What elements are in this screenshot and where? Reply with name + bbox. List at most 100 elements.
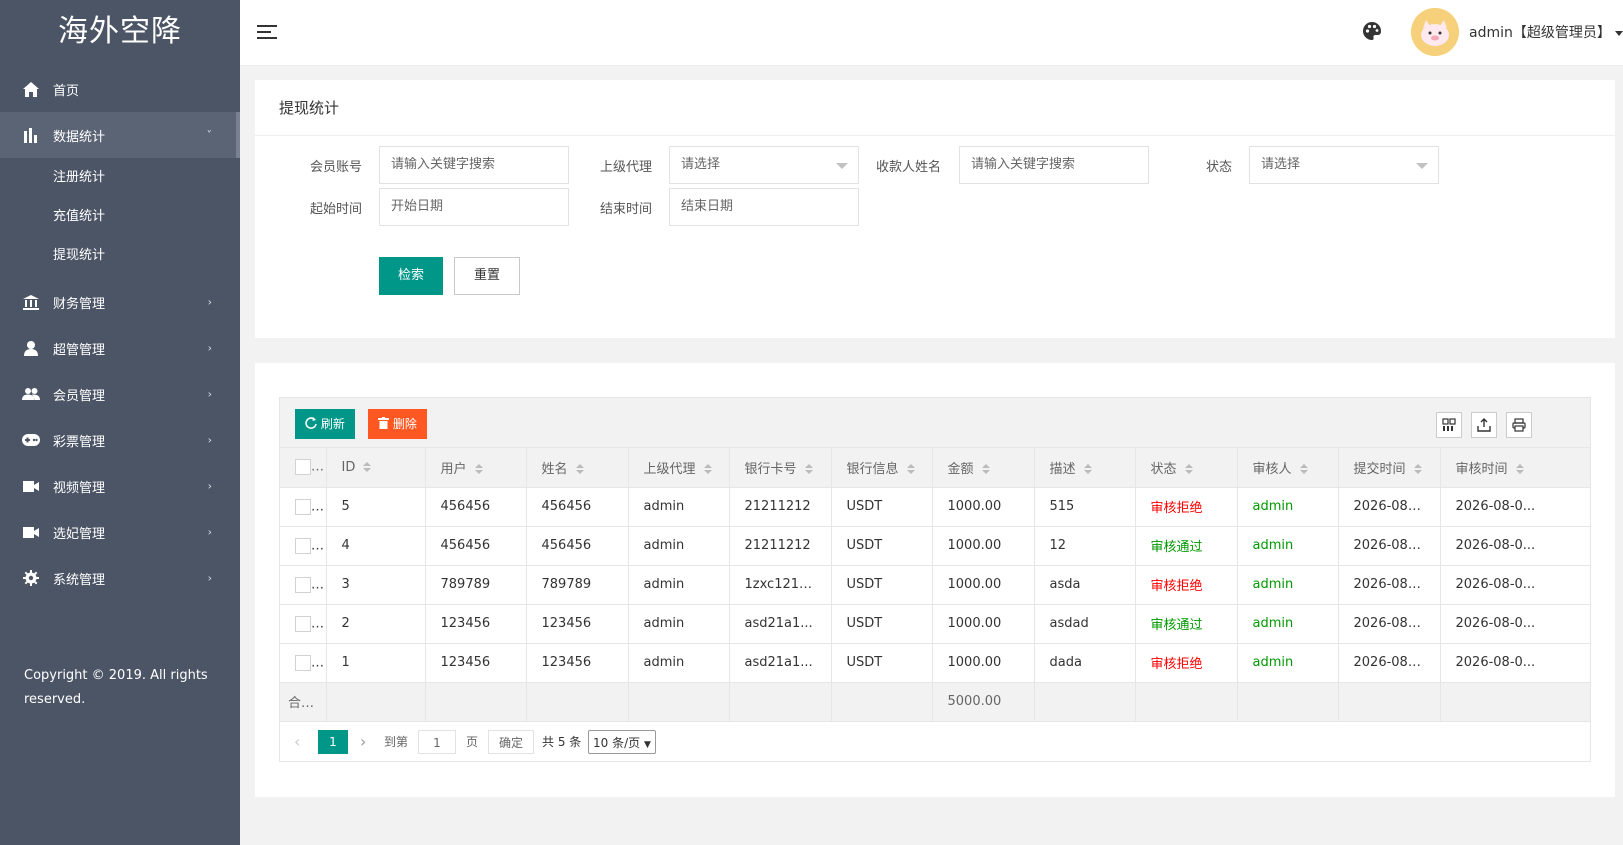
sidebar-item-video[interactable]: 视频管理 › xyxy=(0,463,240,509)
col-header-bank-info[interactable]: 银行信息 xyxy=(831,448,933,488)
start-date-input[interactable]: 开始日期 xyxy=(379,188,569,226)
col-header-amount[interactable]: 金额 xyxy=(932,448,1035,488)
search-button[interactable]: 检索 xyxy=(379,257,443,295)
page-1-button[interactable]: 1 xyxy=(318,729,348,754)
summary-cell xyxy=(1135,682,1238,722)
pagination: ‹ 1 › 到第 1 页 确定 共 5 条 10 条/页 ▼ xyxy=(280,722,1590,761)
sort-icon[interactable] xyxy=(1299,464,1308,475)
chevron-right-icon: › xyxy=(207,341,212,355)
user-icon xyxy=(22,339,40,357)
delete-button[interactable]: 删除 xyxy=(368,409,427,439)
sidebar-item-home[interactable]: 首页 xyxy=(0,66,240,112)
status-label: 状态 xyxy=(1205,160,1232,175)
submenu-item-recharge-stats[interactable]: 充值统计 xyxy=(0,197,240,236)
theme-palette-icon[interactable] xyxy=(1362,21,1384,43)
end-date-input[interactable]: 结束日期 xyxy=(669,188,859,226)
user-menu[interactable]: admin【超级管理员】 xyxy=(1469,22,1623,42)
goto-label: 到第 xyxy=(384,734,409,749)
summary-amount: 5000.00 xyxy=(932,682,1035,722)
cell-agent: admin xyxy=(628,487,730,527)
sidebar-item-members[interactable]: 会员管理 › xyxy=(0,371,240,417)
sort-icon[interactable] xyxy=(1515,464,1524,475)
row-checkbox[interactable] xyxy=(295,654,311,671)
col-header-review-time[interactable]: 审核时间 xyxy=(1440,448,1590,488)
payee-name-label: 收款人姓名 xyxy=(875,160,941,175)
caret-down-icon xyxy=(836,163,848,169)
row-checkbox[interactable] xyxy=(295,537,311,554)
col-header-card-no[interactable]: 银行卡号 xyxy=(729,448,832,488)
status-select[interactable]: 请选择 xyxy=(1249,146,1439,184)
cell-reviewer: admin xyxy=(1237,565,1339,605)
caret-down-icon xyxy=(1614,30,1623,36)
row-checkbox[interactable] xyxy=(295,615,311,632)
col-header-desc[interactable]: 描述 xyxy=(1034,448,1136,488)
cell-bank-info: USDT xyxy=(831,604,933,644)
sort-icon[interactable] xyxy=(981,464,990,475)
col-header-label: 用户 xyxy=(440,461,467,477)
sort-icon[interactable] xyxy=(906,464,915,475)
sort-icon[interactable] xyxy=(1413,464,1422,475)
sidebar-item-concubine[interactable]: 选妃管理 › xyxy=(0,509,240,555)
prev-page-icon[interactable]: ‹ xyxy=(294,730,300,754)
goto-confirm-button[interactable]: 确定 xyxy=(488,729,535,754)
sidebar-item-lottery[interactable]: 彩票管理 › xyxy=(0,417,240,463)
row-checkbox[interactable] xyxy=(295,576,311,593)
col-header-label: 上级代理 xyxy=(643,461,696,477)
goto-page-input[interactable]: 1 xyxy=(418,729,456,754)
summary-label: 合计: xyxy=(280,682,327,722)
col-header-reviewer[interactable]: 审核人 xyxy=(1237,448,1339,488)
print-icon[interactable] xyxy=(1506,412,1532,438)
gear-icon xyxy=(22,569,40,587)
cell-bank-info: USDT xyxy=(831,565,933,605)
select-all-checkbox[interactable] xyxy=(295,459,311,476)
menu-toggle-icon[interactable] xyxy=(257,23,279,41)
sidebar-item-label: 视频管理 xyxy=(53,480,106,496)
status-select-value: 请选择 xyxy=(1261,157,1301,172)
sort-icon[interactable] xyxy=(474,464,483,475)
sidebar-item-label: 财务管理 xyxy=(53,296,106,312)
col-header-label: ID xyxy=(341,459,356,475)
sort-icon[interactable] xyxy=(363,462,372,473)
refresh-button[interactable]: 刷新 xyxy=(295,409,355,439)
submenu-item-register-stats[interactable]: 注册统计 xyxy=(0,158,240,197)
col-header-name[interactable]: 姓名 xyxy=(526,448,629,488)
sort-icon[interactable] xyxy=(703,464,712,475)
sidebar-item-finance[interactable]: 财务管理 › xyxy=(0,279,240,325)
col-header-status[interactable]: 状态 xyxy=(1135,448,1238,488)
col-header-user[interactable]: 用户 xyxy=(425,448,527,488)
sidebar-item-data-stats[interactable]: 数据统计 ˅ xyxy=(0,112,240,158)
sort-icon[interactable] xyxy=(575,464,584,475)
summary-cell xyxy=(425,682,527,722)
export-icon[interactable] xyxy=(1471,412,1497,438)
sort-icon[interactable] xyxy=(1184,464,1193,475)
cell-card-no: 21211212 xyxy=(729,487,832,527)
agent-select[interactable]: 请选择 xyxy=(669,146,859,184)
cell-user: 123456 xyxy=(425,604,527,644)
summary-cell xyxy=(1034,682,1136,722)
sidebar-item-super-admin[interactable]: 超管管理 › xyxy=(0,325,240,371)
table-toolbar: 刷新 删除 xyxy=(280,398,1590,448)
next-page-icon[interactable]: › xyxy=(360,730,366,754)
page-size-select[interactable]: 10 条/页 ▼ xyxy=(588,729,656,754)
cell-name: 123456 xyxy=(526,604,629,644)
submenu-item-withdraw-stats[interactable]: 提现统计 xyxy=(0,236,240,275)
cell-submit-time: 2026-08-... xyxy=(1338,604,1441,644)
cell-agent: admin xyxy=(628,604,730,644)
columns-filter-icon[interactable] xyxy=(1436,412,1462,438)
payee-name-input[interactable]: 请输入关键字搜索 xyxy=(959,146,1149,184)
row-checkbox[interactable] xyxy=(295,498,311,515)
member-account-input[interactable]: 请输入关键字搜索 xyxy=(379,146,569,184)
chevron-down-icon: ˅ xyxy=(206,128,213,142)
col-header-label: 姓名 xyxy=(541,461,568,477)
avatar[interactable] xyxy=(1411,8,1459,56)
reset-button[interactable]: 重置 xyxy=(454,257,520,295)
caret-down-icon xyxy=(1416,163,1428,169)
col-header-submit-time[interactable]: 提交时间 xyxy=(1338,448,1441,488)
col-header-agent[interactable]: 上级代理 xyxy=(628,448,730,488)
sort-icon[interactable] xyxy=(1083,464,1092,475)
trash-icon xyxy=(378,417,389,429)
col-header-id[interactable]: ID xyxy=(326,448,426,488)
table-row: 2 123456 123456 admin asd21a1... USDT 1000.00 a… xyxy=(280,604,1590,644)
sort-icon[interactable] xyxy=(804,464,813,475)
sidebar-item-system[interactable]: 系统管理 › xyxy=(0,555,240,601)
